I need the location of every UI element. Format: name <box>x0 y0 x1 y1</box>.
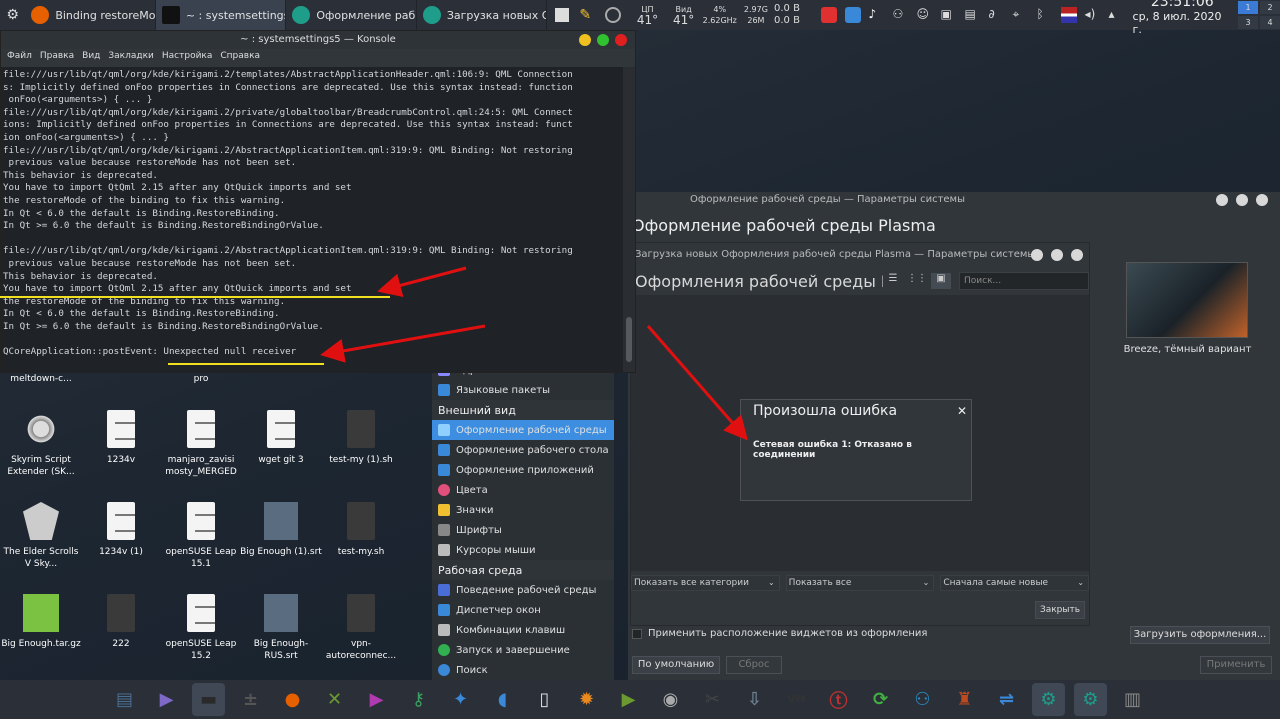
firefox-icon[interactable]: ● <box>276 683 309 716</box>
usb-icon[interactable]: ⇌ <box>990 683 1023 716</box>
steam-icon[interactable]: ⚇ <box>906 683 939 716</box>
keepass-icon[interactable]: ⚷ <box>402 683 435 716</box>
download-icon[interactable]: ⇩ <box>738 683 771 716</box>
document-icon[interactable]: ▯ <box>528 683 561 716</box>
settings2-icon[interactable]: ⚙ <box>1074 683 1107 716</box>
editor-icon[interactable]: ◖ <box>486 683 519 716</box>
vm-icon[interactable]: VM <box>780 683 813 716</box>
play-icon[interactable]: ▶ <box>612 683 645 716</box>
vlc-icon[interactable]: ✹ <box>570 683 603 716</box>
t-icon[interactable]: ⓣ <box>822 683 855 716</box>
annotation-arrows <box>320 266 748 441</box>
terminal-icon[interactable]: ▬ <box>192 683 225 716</box>
calculator-icon[interactable]: ± <box>234 683 267 716</box>
trash-icon[interactable]: ▥ <box>1116 683 1149 716</box>
media-icon[interactable]: ▶ <box>360 683 393 716</box>
video-editor-icon[interactable]: ✂ <box>696 683 729 716</box>
cross-icon[interactable]: ✕ <box>318 683 351 716</box>
taskbar: ▤ ▶ ▬ ± ● ✕ ▶ ⚷ ✦ ◖ ▯ ✹ ▶ ◉ ✂ ⇩ VM ⓣ ⟳ ⚇ ♜ ⇌ ⚙ ⚙ ▥ <box>0 680 1280 719</box>
settings-icon[interactable]: ⚙ <box>1032 683 1065 716</box>
film-icon[interactable]: ◉ <box>654 683 687 716</box>
file-manager-icon[interactable]: ▤ <box>108 683 141 716</box>
dolphin-icon[interactable]: ▶ <box>150 683 183 716</box>
arrow-to-error-dialog <box>646 325 748 441</box>
kdeconnect-icon[interactable]: ✦ <box>444 683 477 716</box>
arrow-to-null-receiver <box>320 324 486 363</box>
game-icon[interactable]: ♜ <box>948 683 981 716</box>
arrow-to-qtqml-line <box>377 266 467 297</box>
sync-icon[interactable]: ⟳ <box>864 683 897 716</box>
